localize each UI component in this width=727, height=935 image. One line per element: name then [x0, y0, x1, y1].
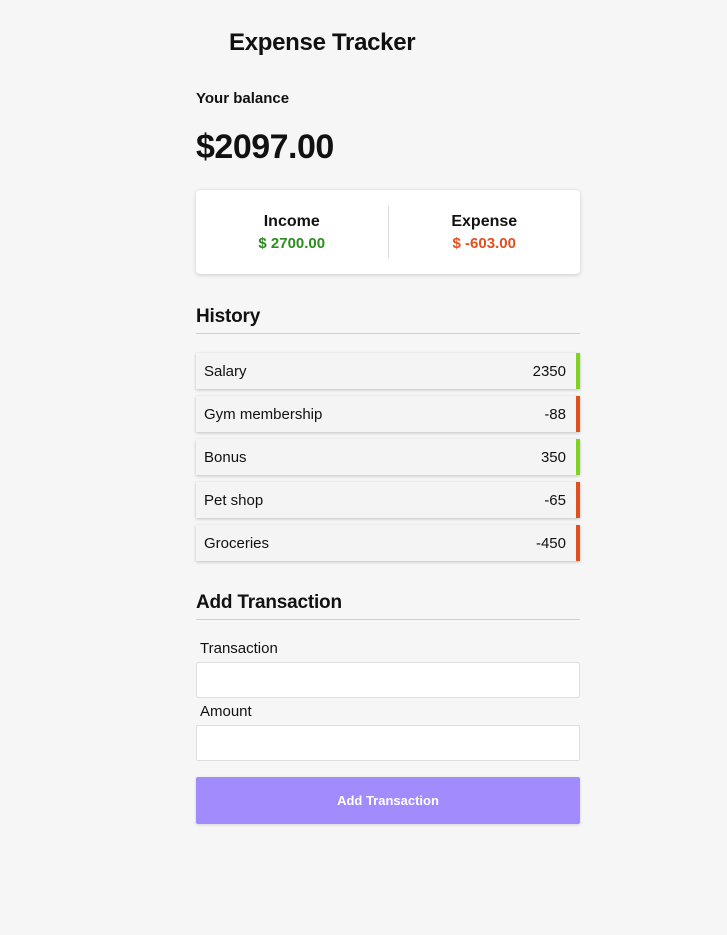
balance-label: Your balance — [196, 90, 290, 107]
history-item-groceries[interactable]: Groceries -450 — [196, 525, 580, 561]
balance-value: $2097.00 — [196, 128, 334, 166]
amount-input[interactable] — [196, 725, 580, 761]
history-item-name: Salary — [204, 362, 247, 380]
history-item-amount: -88 — [544, 405, 566, 423]
income-label: Income — [263, 212, 320, 230]
history-item-pet-shop[interactable]: Pet shop -65 — [196, 482, 580, 518]
history-item-name: Bonus — [204, 448, 247, 466]
add-transaction-button[interactable]: Add Transaction — [196, 777, 580, 824]
history-heading: History — [196, 306, 580, 334]
history-item-gym-membership[interactable]: Gym membership -88 — [196, 396, 580, 432]
transaction-input[interactable] — [196, 662, 580, 698]
history-item-name: Groceries — [204, 534, 270, 552]
expense-summary: Expense $ -603.00 — [389, 213, 581, 252]
history-list: Salary 2350 Gym membership -88 Bonus 350… — [196, 353, 580, 568]
amount-label: Amount — [200, 703, 252, 720]
history-item-bonus[interactable]: Bonus 350 — [196, 439, 580, 475]
income-summary: Income $ 2700.00 — [196, 213, 388, 252]
history-item-amount: 350 — [540, 448, 566, 466]
history-item-name: Gym membership — [204, 405, 323, 423]
history-item-amount: -65 — [544, 491, 566, 509]
income-expense-summary: Income $ 2700.00 Expense $ -603.00 — [196, 190, 580, 274]
history-item-salary[interactable]: Salary 2350 — [196, 353, 580, 389]
expense-amount: $ -603.00 — [452, 234, 516, 252]
history-item-amount: -450 — [535, 534, 566, 552]
income-amount: $ 2700.00 — [258, 234, 326, 252]
history-item-amount: 2350 — [532, 362, 566, 380]
history-item-name: Pet shop — [204, 491, 264, 509]
app-title: Expense Tracker — [229, 29, 416, 56]
expense-label: Expense — [451, 212, 518, 230]
add-transaction-heading: Add Transaction — [196, 592, 580, 620]
transaction-label: Transaction — [200, 640, 278, 657]
